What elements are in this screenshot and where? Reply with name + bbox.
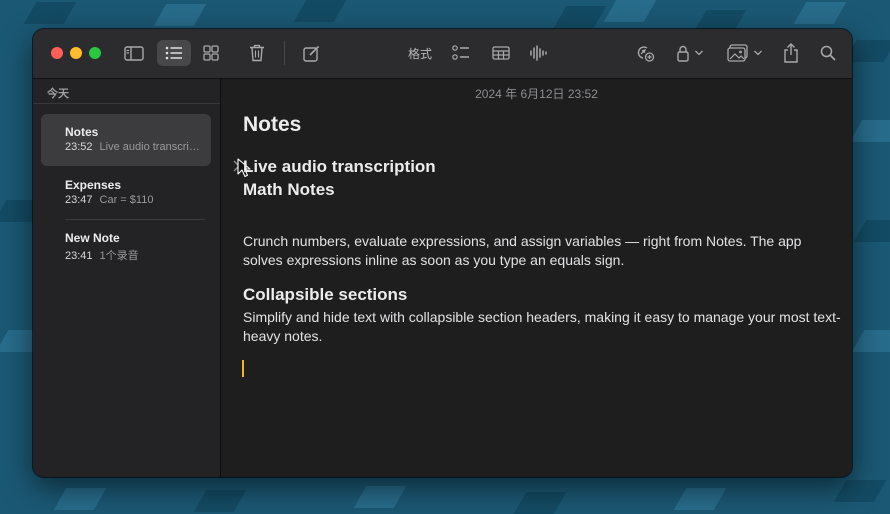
note-item-new-note[interactable]: New Note 23:41 1个录音 — [41, 220, 211, 272]
note-time: 23:41 — [65, 250, 93, 262]
note-item-expenses[interactable]: Expenses 23:47 Car = $110 — [41, 167, 211, 219]
close-button[interactable] — [51, 47, 63, 59]
note-preview: 23:47 Car = $110 — [65, 194, 205, 206]
note-preview-text: Car = $110 — [99, 194, 154, 206]
paragraph-math-notes[interactable]: Crunch numbers, evaluate expressions, an… — [243, 232, 841, 270]
media-button[interactable] — [725, 40, 765, 66]
format-button[interactable]: 格式 — [405, 40, 435, 66]
lock-icon — [677, 45, 689, 62]
text-caret — [242, 360, 244, 377]
notes-window: 格式 今天 Notes 23:52 Live audio transcripti… — [33, 29, 852, 477]
section-heading-math-notes[interactable]: Math Notes — [243, 180, 335, 200]
toolbar: 格式 — [33, 29, 852, 79]
note-editor[interactable]: 2024 年 6月12日 23:52 Notes Live audio tran… — [221, 79, 852, 477]
note-title: New Note — [65, 231, 120, 245]
share-icon — [784, 43, 798, 63]
note-heading-title[interactable]: Notes — [243, 113, 301, 137]
notes-list-sidebar: 今天 Notes 23:52 Live audio transcription E… — [33, 79, 221, 477]
collaborate-icon — [637, 46, 655, 62]
checklist-button[interactable] — [450, 40, 472, 66]
zoom-button[interactable] — [89, 47, 101, 59]
collaborate-button[interactable] — [633, 40, 657, 66]
paragraph-collapsible[interactable]: Simplify and hide text with collapsible … — [243, 308, 841, 346]
sidebar-icon — [124, 45, 144, 61]
chevron-down-icon — [754, 50, 762, 56]
checklist-icon — [452, 45, 469, 60]
note-title: Expenses — [65, 178, 122, 192]
list-view-icon — [165, 46, 182, 60]
section-header-today: 今天 — [47, 88, 69, 100]
search-button[interactable] — [817, 40, 839, 66]
delete-button[interactable] — [245, 40, 269, 66]
audio-record-button[interactable] — [527, 40, 549, 66]
note-item-notes[interactable]: Notes 23:52 Live audio transcription — [41, 114, 211, 166]
minimize-button[interactable] — [70, 47, 82, 59]
note-time: 23:52 — [65, 141, 93, 153]
lock-button[interactable] — [673, 40, 707, 66]
sidebar-divider — [33, 103, 220, 104]
sidebar-toggle-button[interactable] — [121, 40, 147, 66]
note-preview-text: 1个录音 — [99, 250, 139, 262]
compose-icon — [302, 45, 319, 62]
section-heading-live-audio[interactable]: Live audio transcription — [243, 157, 436, 177]
media-icon — [727, 44, 748, 62]
note-date: 2024 年 6月12日 23:52 — [475, 87, 598, 101]
table-icon — [492, 46, 510, 60]
note-title: Notes — [65, 125, 99, 139]
gallery-view-button[interactable] — [198, 40, 224, 66]
toolbar-divider — [284, 41, 285, 65]
table-button[interactable] — [489, 40, 513, 66]
search-icon — [820, 45, 836, 61]
list-view-button[interactable] — [157, 40, 191, 66]
gallery-view-icon — [203, 45, 219, 61]
note-preview: 23:52 Live audio transcription — [65, 141, 205, 153]
note-preview: 23:41 1个录音 — [65, 247, 205, 263]
audio-waveform-icon — [530, 45, 547, 61]
share-button[interactable] — [780, 40, 802, 66]
note-time: 23:47 — [65, 194, 93, 206]
section-heading-collapsible[interactable]: Collapsible sections — [243, 285, 407, 305]
new-note-button[interactable] — [299, 40, 323, 66]
note-preview-text: Live audio transcription — [99, 141, 205, 153]
chevron-down-icon — [695, 50, 703, 56]
trash-icon — [250, 44, 264, 62]
